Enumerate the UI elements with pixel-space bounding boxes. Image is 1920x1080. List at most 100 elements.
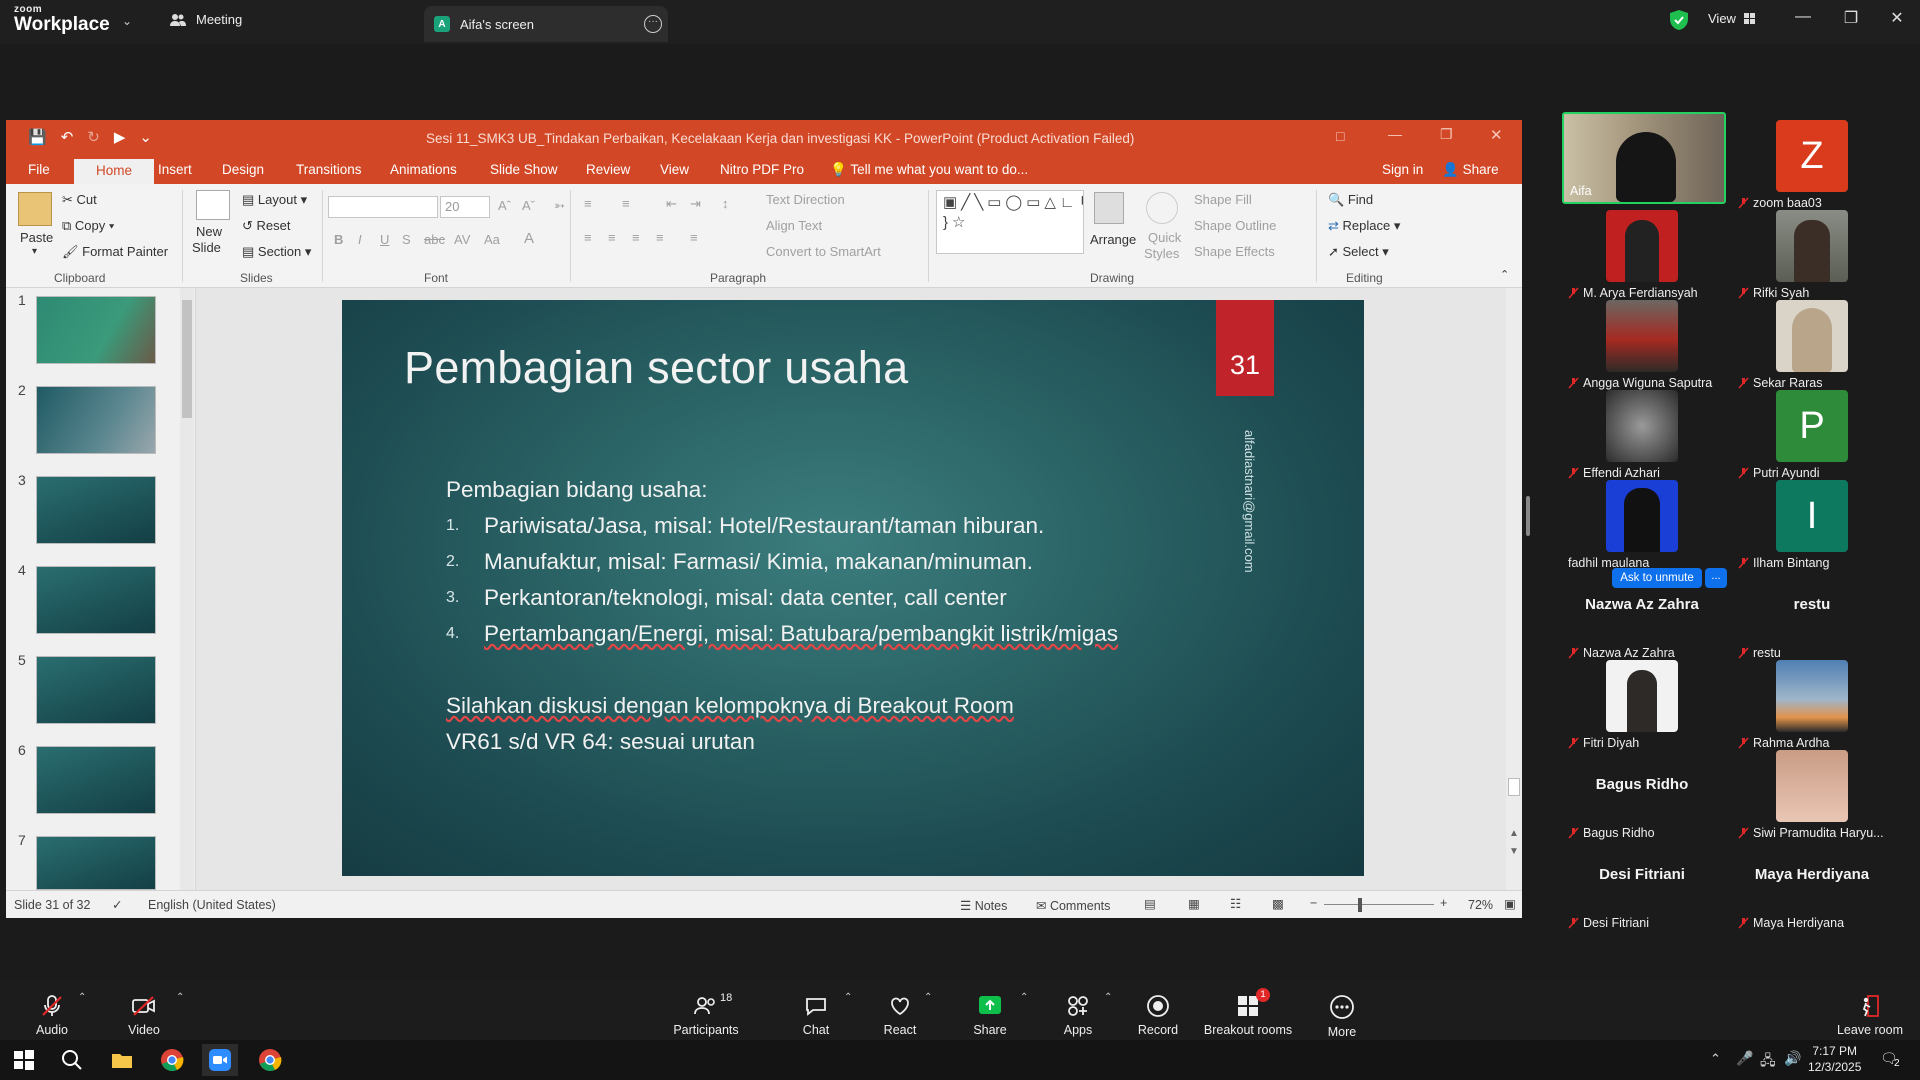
redo-icon[interactable]: ↻ — [87, 128, 100, 146]
strikethrough-icon[interactable]: abc — [424, 232, 445, 247]
zoom-taskbar-active[interactable] — [202, 1044, 238, 1076]
share-button[interactable]: 👤 Share — [1442, 162, 1499, 178]
react-button[interactable]: React — [850, 980, 950, 1040]
zoom-slider-thumb[interactable] — [1358, 898, 1362, 912]
current-slide[interactable]: Pembagian sector usaha 31 alfadiastnari@… — [342, 300, 1364, 876]
zoom-out-icon[interactable]: − — [1310, 896, 1317, 910]
leave-room-button[interactable]: Leave room — [1820, 980, 1920, 1040]
copy-button[interactable]: ⧉ Copy ▾ — [62, 218, 114, 234]
tab-transitions[interactable]: Transitions — [296, 162, 362, 177]
text-direction-button[interactable]: Text Direction — [766, 192, 845, 207]
new-slide-label-2[interactable]: Slide — [192, 240, 221, 255]
scrollbar-thumb[interactable] — [1508, 778, 1520, 796]
slide-sorter-icon[interactable]: ▦ — [1188, 896, 1200, 911]
video-tile[interactable]: Rahma Ardha — [1732, 660, 1892, 750]
next-slide-icon[interactable]: ▼ — [1509, 846, 1519, 857]
windows-start-icon[interactable] — [12, 1048, 36, 1072]
more-button[interactable]: More — [1292, 980, 1392, 1040]
arrange-button[interactable]: Arrange — [1090, 232, 1136, 247]
slide-thumbnail[interactable] — [36, 386, 156, 454]
video-tile[interactable]: Z zoom baa03 — [1732, 120, 1892, 210]
tab-file[interactable]: File — [28, 162, 50, 177]
shapes-gallery[interactable]: ▣╱╲▭◯▭△∟↳⇨⇩⬠∿∝≀{ }☆ — [936, 190, 1084, 254]
slide-thumbnail[interactable] — [36, 296, 156, 364]
view-button[interactable]: View — [1708, 11, 1755, 26]
file-explorer-icon[interactable] — [110, 1048, 134, 1072]
new-slide-icon[interactable] — [196, 190, 230, 220]
align-center-icon[interactable]: ≡ — [608, 230, 616, 245]
network-icon[interactable]: 🖧 — [1760, 1050, 1776, 1074]
tab-slide-show[interactable]: Slide Show — [490, 162, 558, 177]
prev-slide-icon[interactable]: ▲ — [1509, 828, 1519, 839]
shape-effects-button[interactable]: Shape Effects — [1194, 244, 1275, 259]
justify-icon[interactable]: ≡ — [656, 230, 664, 245]
tab-view[interactable]: View — [660, 162, 689, 177]
font-size-input[interactable]: 20 — [440, 196, 490, 218]
arrange-icon[interactable] — [1094, 192, 1124, 224]
video-tile[interactable]: I Ilham Bintang — [1732, 480, 1892, 570]
new-slide-label-1[interactable]: New — [196, 224, 222, 239]
align-right-icon[interactable]: ≡ — [632, 230, 640, 245]
video-button[interactable]: Video — [94, 980, 194, 1040]
close-icon[interactable]: ✕ — [1882, 8, 1912, 32]
zoom-slider[interactable] — [1324, 904, 1434, 905]
tab-insert[interactable]: Insert — [158, 162, 192, 177]
find-button[interactable]: 🔍 Find — [1328, 192, 1373, 208]
video-tile[interactable]: Fitri Diyah — [1562, 660, 1722, 750]
quick-styles-label-2[interactable]: Styles — [1144, 246, 1179, 261]
tray-overflow-icon[interactable]: ⌃ — [1710, 1051, 1721, 1067]
microphone-icon[interactable]: 🎤 — [1736, 1050, 1753, 1067]
tell-me-box[interactable]: 💡 Tell me what you want to do... — [830, 162, 1028, 178]
font-name-input[interactable] — [328, 196, 438, 218]
quick-styles-icon[interactable] — [1146, 192, 1178, 224]
tab-review[interactable]: Review — [586, 162, 630, 177]
quick-styles-label-1[interactable]: Quick — [1148, 230, 1181, 245]
video-tile[interactable]: M. Arya Ferdiansyah — [1562, 210, 1722, 300]
video-tile-active[interactable]: Aifa — [1562, 112, 1726, 204]
zoom-logo[interactable]: zoom Workplace — [14, 5, 110, 35]
spellcheck-icon[interactable]: ✓ — [112, 897, 122, 912]
slide-title[interactable]: Pembagian sector usaha — [404, 342, 908, 394]
grow-font-icon[interactable]: Aˆ — [498, 198, 511, 213]
clock[interactable]: 7:17 PM 12/3/2025 — [1808, 1043, 1861, 1075]
share-screen-button[interactable]: Share — [940, 980, 1040, 1040]
replace-button[interactable]: ⇄ Replace ▾ — [1328, 218, 1400, 234]
thumbnail-scrollbar[interactable] — [180, 288, 194, 890]
italic-icon[interactable]: I — [358, 232, 362, 247]
zoom-in-icon[interactable]: + — [1440, 896, 1447, 910]
paste-dropdown-icon[interactable]: ▾ — [32, 246, 37, 257]
chrome-icon[interactable] — [258, 1048, 282, 1072]
slide-thumbnail[interactable] — [36, 656, 156, 724]
breakout-rooms-button[interactable]: Breakout rooms — [1198, 980, 1298, 1040]
tab-home[interactable]: Home — [74, 159, 154, 184]
audio-button[interactable]: Audio — [2, 980, 102, 1040]
sign-in-link[interactable]: Sign in — [1382, 162, 1423, 177]
slide-thumbnail[interactable] — [36, 746, 156, 814]
more-options-icon[interactable]: ··· — [644, 15, 662, 33]
video-tile[interactable]: Rifki Syah — [1732, 210, 1892, 300]
shape-fill-button[interactable]: Shape Fill — [1194, 192, 1252, 207]
shape-outline-button[interactable]: Shape Outline — [1194, 218, 1276, 233]
zoom-level[interactable]: 72% — [1468, 898, 1493, 912]
slide-thumbnail[interactable] — [36, 566, 156, 634]
char-spacing-icon[interactable]: AV — [454, 232, 470, 247]
search-icon[interactable] — [60, 1048, 84, 1072]
clipboard-icon[interactable] — [18, 192, 52, 226]
shared-screen-tab[interactable]: A Aifa's screen ··· — [424, 6, 668, 42]
minimize-icon[interactable]: — — [1788, 8, 1818, 32]
bullets-icon[interactable]: ≡ — [584, 196, 592, 211]
participants-button[interactable]: Participants — [656, 980, 756, 1040]
video-options-icon[interactable]: ⌃ — [176, 992, 184, 1003]
reset-button[interactable]: ↺ Reset — [242, 218, 290, 234]
video-tile[interactable]: fadhil maulana — [1562, 480, 1722, 570]
chevron-down-icon[interactable]: ⌄ — [122, 14, 132, 28]
slide-scrollbar[interactable]: ▲ ▼ — [1506, 288, 1522, 890]
volume-icon[interactable]: 🔊 — [1784, 1050, 1801, 1067]
scrollbar-thumb[interactable] — [182, 300, 192, 418]
columns-icon[interactable]: ≡ — [690, 230, 698, 245]
customize-qat-icon[interactable]: ⌄ — [139, 128, 152, 146]
line-spacing-icon[interactable]: ↕ — [722, 196, 729, 211]
video-tile[interactable]: Sekar Raras — [1732, 300, 1892, 390]
restore-icon[interactable]: ❐ — [1836, 8, 1866, 32]
save-icon[interactable]: 💾 — [28, 128, 47, 146]
